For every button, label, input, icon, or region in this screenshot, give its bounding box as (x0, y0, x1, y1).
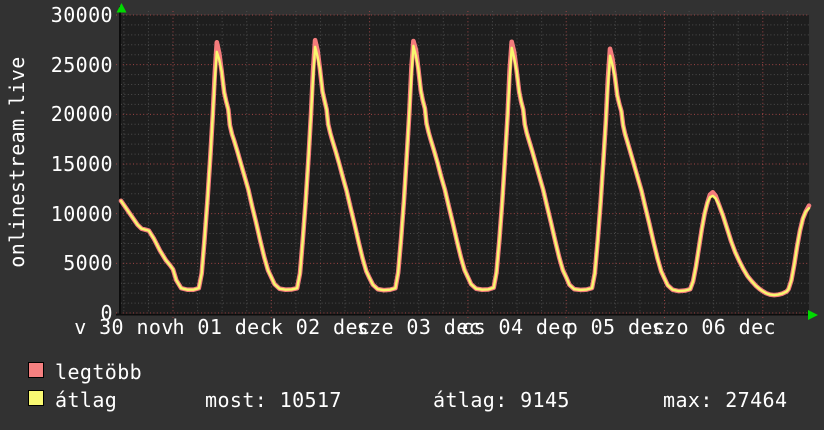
x-axis-tick-label: szo 06 dec (651, 315, 776, 339)
y-axis-tick-label: 5000 (63, 251, 113, 276)
y-axis-tick-label: 15000 (50, 152, 113, 176)
y-axis-tick-label: 25000 (50, 52, 113, 77)
y-axis-arrow-icon (116, 3, 127, 13)
stat-most: most: 10517 (205, 388, 342, 412)
y-axis-tick-label: 20000 (50, 102, 113, 127)
rrd-graph: onlinestream.live 0 5000 10000 15000 20000 25… (0, 0, 824, 430)
y-axis-tick-label: 10000 (50, 201, 113, 226)
x-axis-arrow-icon (808, 310, 818, 320)
stat-atlag: átlag: 9145 (433, 388, 570, 412)
stat-max: max: 27464 (663, 388, 788, 412)
legend-swatch-atlag (28, 390, 44, 406)
legend-label-legtobb: legtöbb (55, 360, 143, 384)
legend-label-atlag: átlag (55, 388, 118, 412)
legend-swatch-legtobb (28, 362, 44, 378)
y-axis-tick-label: 30000 (50, 3, 113, 27)
